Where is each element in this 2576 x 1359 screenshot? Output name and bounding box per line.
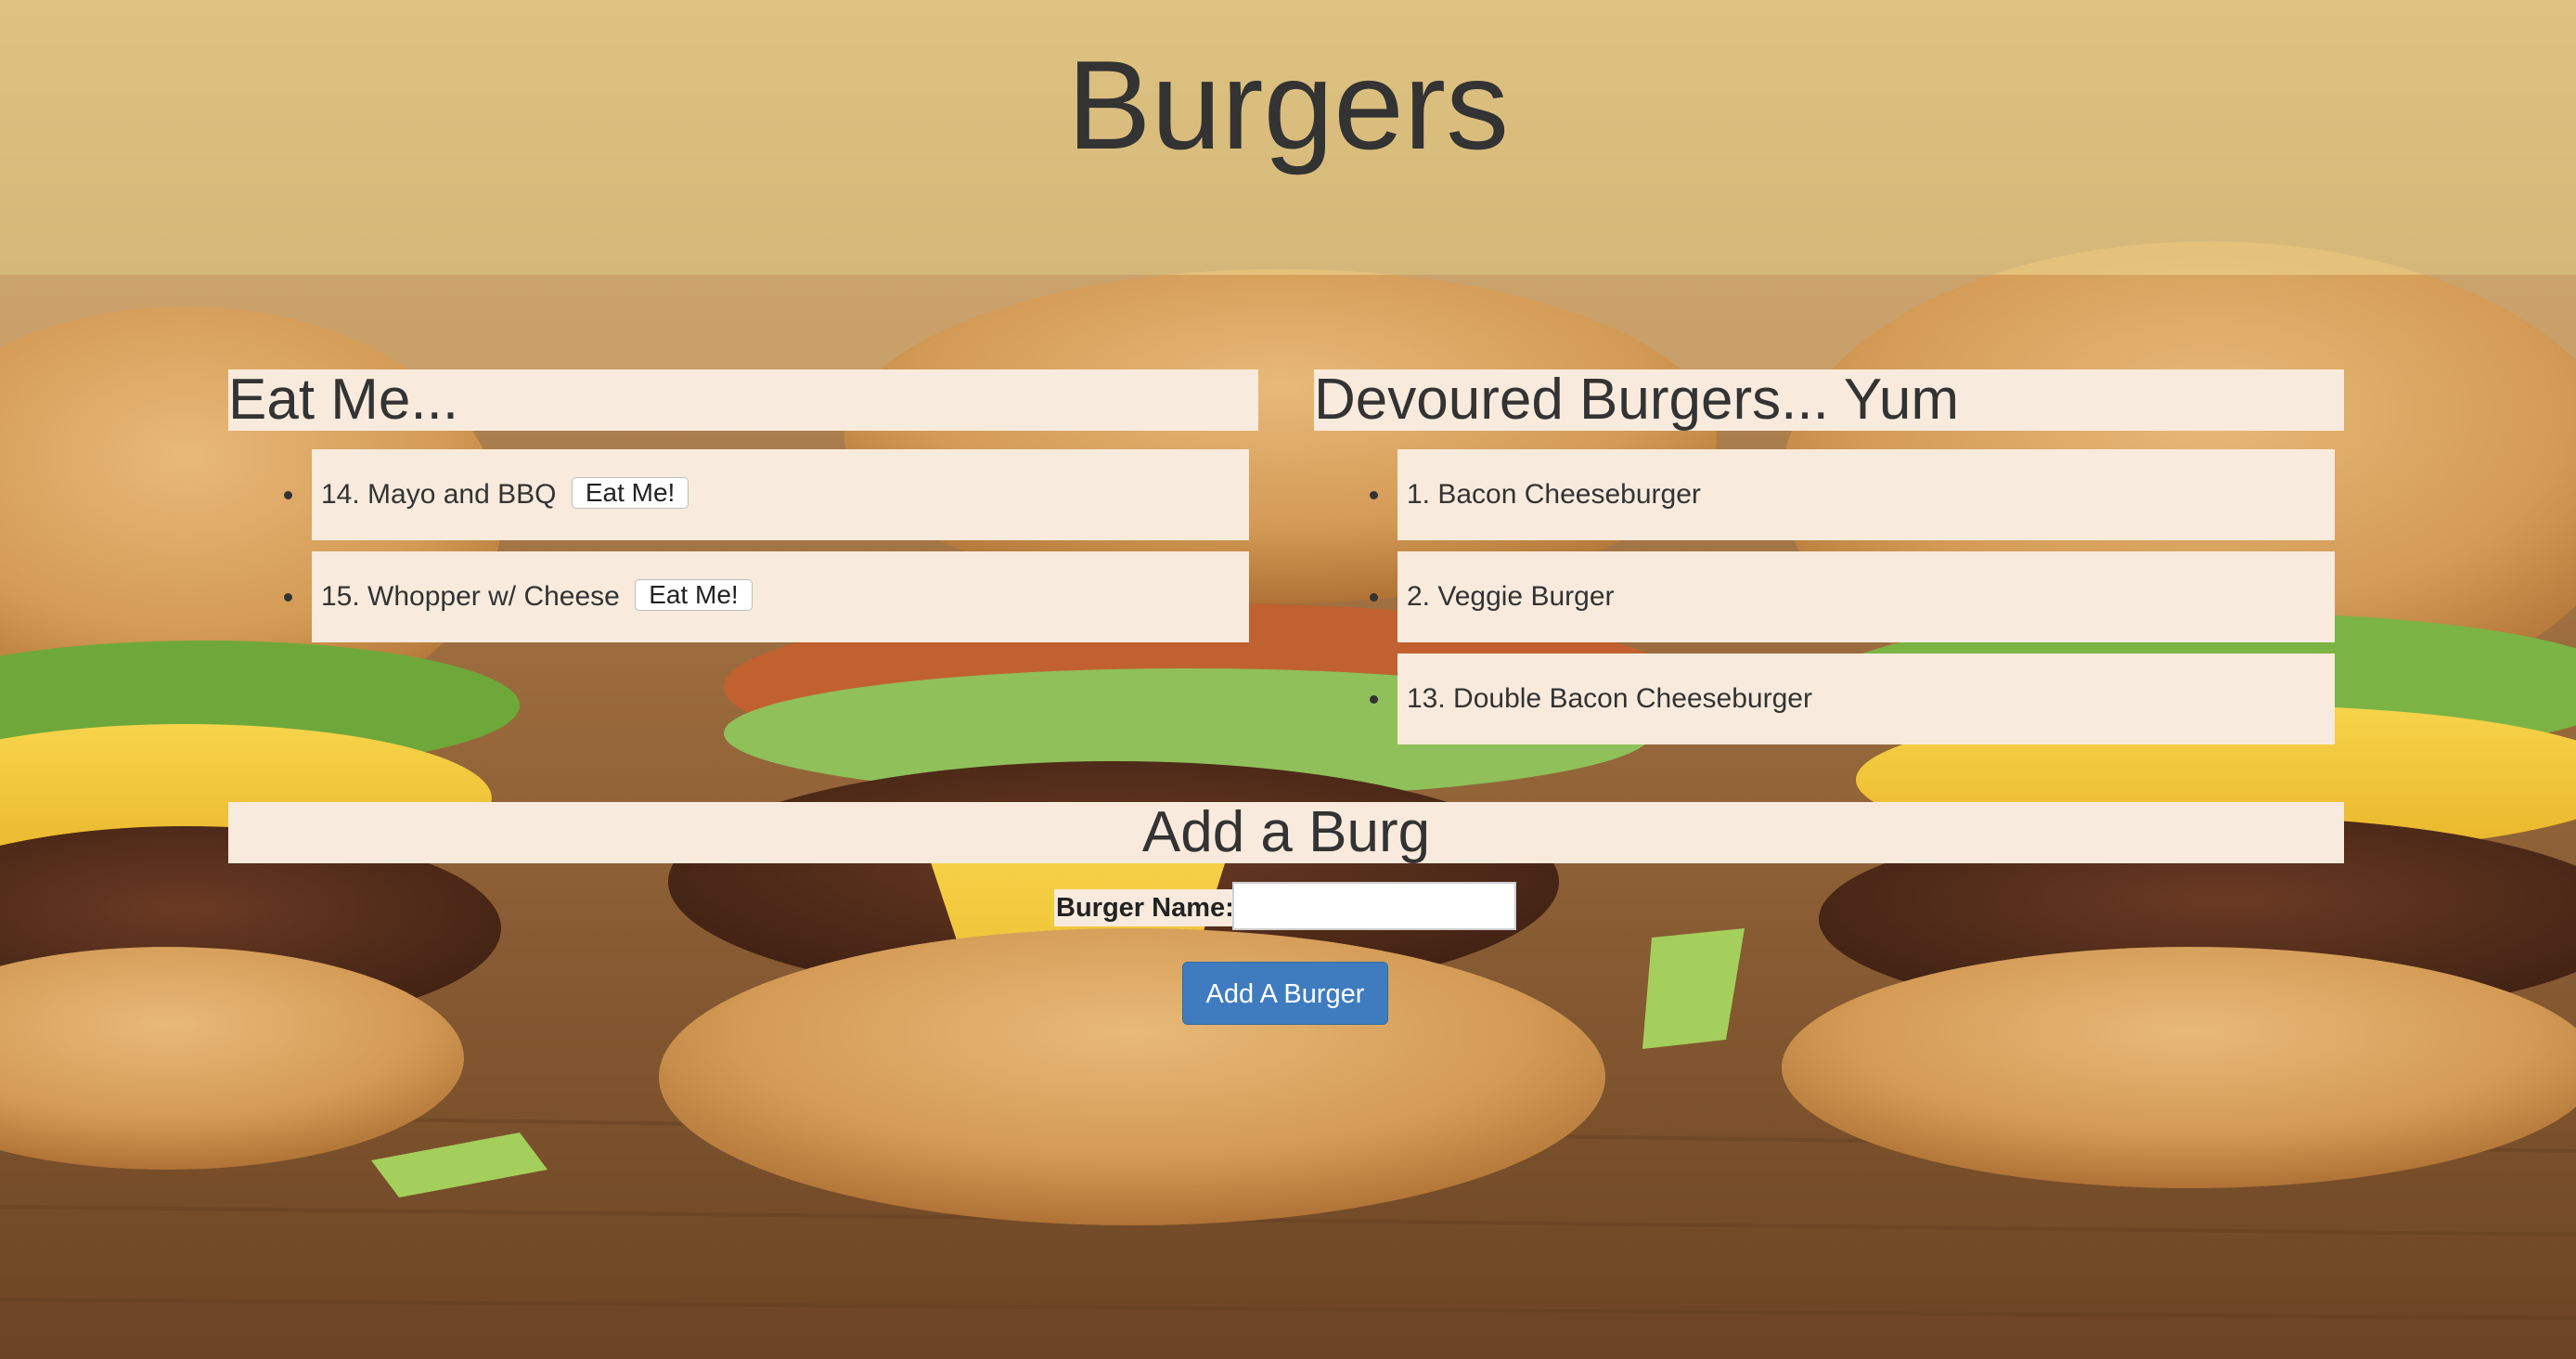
- uneaten-item: 15. Whopper w/ Cheese Eat Me!: [284, 551, 1249, 642]
- bullet-icon: [1370, 491, 1378, 499]
- uneaten-heading: Eat Me...: [228, 369, 1258, 431]
- burger-name: 14. Mayo and BBQ: [321, 479, 557, 510]
- devoured-heading: Devoured Burgers... Yum: [1314, 369, 2344, 431]
- burger-name: 13. Double Bacon Cheeseburger: [1407, 683, 1812, 714]
- burger-name-input[interactable]: [1232, 882, 1516, 930]
- bullet-icon: [284, 491, 292, 499]
- bullet-icon: [1370, 593, 1378, 602]
- add-burger-heading: Add a Burg: [228, 802, 2344, 863]
- burger-name: 1. Bacon Cheeseburger: [1407, 479, 1701, 510]
- burger-name-label: Burger Name:: [1054, 889, 1236, 926]
- devoured-item: 1. Bacon Cheeseburger: [1370, 449, 2335, 540]
- bullet-icon: [1370, 695, 1378, 704]
- uneaten-item: 14. Mayo and BBQ Eat Me!: [284, 449, 1249, 540]
- eat-me-button[interactable]: Eat Me!: [571, 477, 689, 510]
- add-burger-button[interactable]: Add A Burger: [1182, 962, 1388, 1025]
- bullet-icon: [284, 593, 292, 602]
- page-title: Burgers: [1066, 34, 1510, 175]
- devoured-item: 13. Double Bacon Cheeseburger: [1370, 654, 2335, 744]
- burger-name: 15. Whopper w/ Cheese: [321, 581, 620, 612]
- eat-me-button[interactable]: Eat Me!: [635, 579, 753, 612]
- burger-name: 2. Veggie Burger: [1407, 581, 1615, 612]
- devoured-item: 2. Veggie Burger: [1370, 551, 2335, 642]
